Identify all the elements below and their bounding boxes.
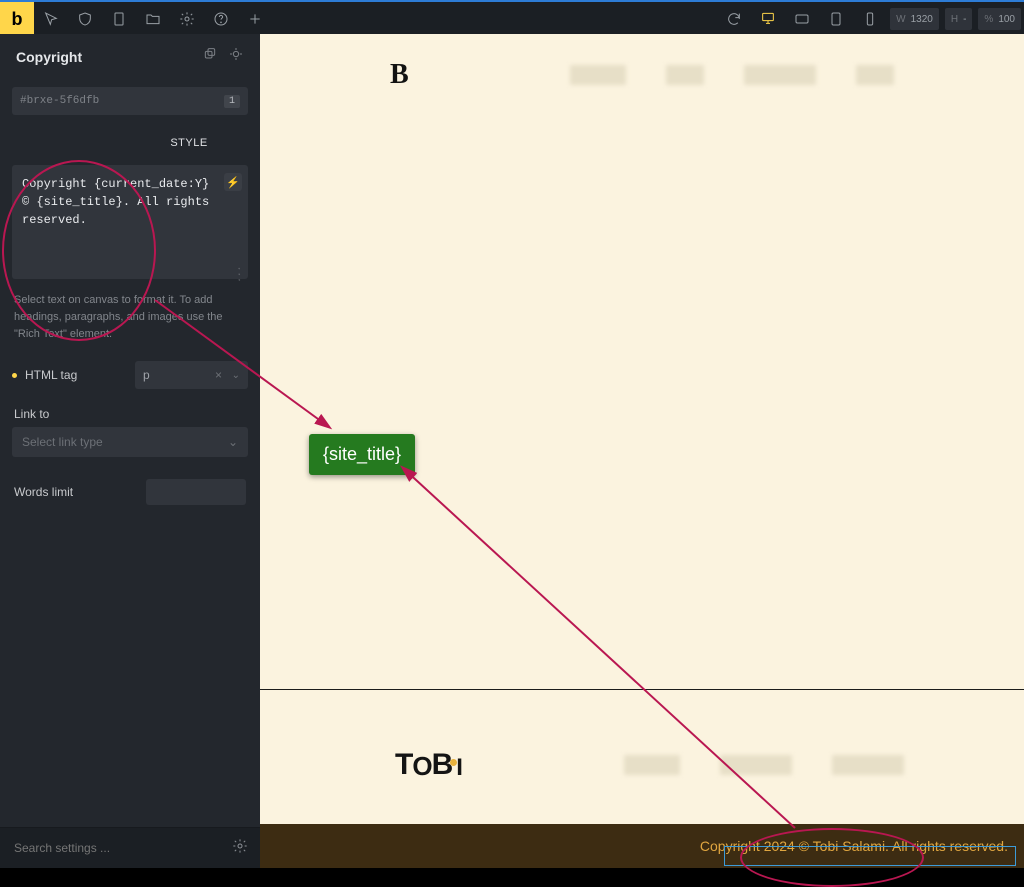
blurred-nav-item <box>832 755 904 775</box>
shield-icon[interactable] <box>68 2 102 36</box>
gear-icon[interactable] <box>170 2 204 36</box>
content-textarea[interactable] <box>12 165 248 279</box>
folder-icon[interactable] <box>136 2 170 36</box>
top-toolbar: b W1320 H- %100 <box>0 0 1024 36</box>
width-field[interactable]: W1320 <box>890 8 939 30</box>
link-to-select[interactable]: Select link type ⌄ <box>12 427 248 457</box>
panel-title: Copyright <box>16 49 82 65</box>
inspector-panel: Copyright #brxe-5f6dfb 1 CONTENT STYLE ⚡… <box>0 34 260 868</box>
clone-icon[interactable] <box>202 46 218 67</box>
height-field[interactable]: H- <box>945 8 973 30</box>
tab-style[interactable]: STYLE <box>130 127 248 159</box>
link-to-label: Link to <box>0 397 260 427</box>
words-limit-input[interactable] <box>146 479 246 505</box>
mobile-icon[interactable] <box>853 2 887 36</box>
words-limit-field: Words limit <box>0 469 260 515</box>
star-icon[interactable] <box>228 46 244 67</box>
blurred-nav-item <box>570 65 626 85</box>
html-tag-field: HTML tag p × ⌄ <box>0 353 260 397</box>
blurred-nav-item <box>666 65 704 85</box>
blurred-nav-item <box>744 65 816 85</box>
plus-icon[interactable] <box>238 2 272 36</box>
responsive-base-icon[interactable] <box>751 1 785 37</box>
section-divider <box>260 689 1024 690</box>
annotation-tag: {site_title} <box>309 434 415 475</box>
site-header-2: TOBI <box>260 724 1024 806</box>
tobi-logo: TOBI <box>395 748 462 782</box>
element-selector[interactable]: #brxe-5f6dfb 1 <box>12 87 248 115</box>
blurred-nav-item <box>624 755 680 775</box>
page-icon[interactable] <box>102 2 136 36</box>
refresh-icon[interactable] <box>717 2 751 36</box>
tablet-portrait-icon[interactable] <box>819 2 853 36</box>
zoom-field[interactable]: %100 <box>978 8 1021 30</box>
pointer-icon[interactable] <box>34 2 68 36</box>
blurred-nav-item <box>856 65 894 85</box>
site-header-1: B <box>260 34 1024 116</box>
app-logo[interactable]: b <box>0 2 34 36</box>
panel-footer <box>0 827 260 868</box>
site-footer: Copyright 2024 © Tobi Salami. All rights… <box>260 824 1024 868</box>
search-settings-input[interactable] <box>12 840 232 856</box>
blurred-nav-item <box>720 755 792 775</box>
dynamic-data-icon[interactable]: ⚡ <box>224 173 242 191</box>
selected-element-outline <box>724 846 1016 866</box>
html-tag-select[interactable]: p × ⌄ <box>135 361 248 389</box>
panel-tabs: CONTENT STYLE <box>0 127 260 159</box>
clear-icon[interactable]: × <box>215 368 222 382</box>
tablet-landscape-icon[interactable] <box>785 2 819 36</box>
site-logo-b: B <box>390 59 409 91</box>
chevron-down-icon[interactable]: ⌄ <box>228 435 238 449</box>
content-hint: Select text on canvas to format it. To a… <box>0 292 260 353</box>
footer-gear-icon[interactable] <box>232 838 248 859</box>
chevron-down-icon[interactable]: ⌄ <box>232 370 240 381</box>
help-icon[interactable] <box>204 2 238 36</box>
